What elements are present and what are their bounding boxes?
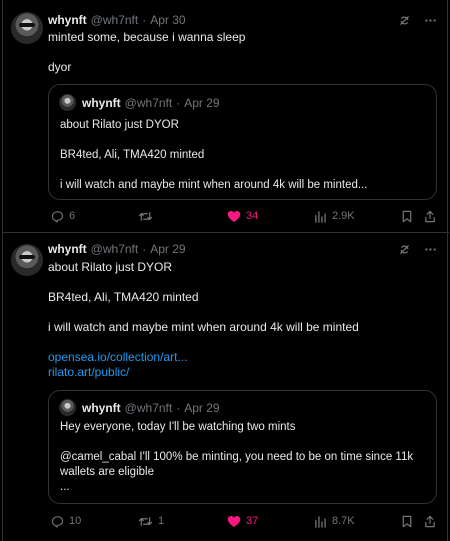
separator-dot: · — [142, 13, 147, 27]
separator-dot: · — [176, 400, 181, 415]
more-icon[interactable] — [423, 242, 437, 256]
views-icon — [315, 210, 326, 223]
like-count: 34 — [246, 210, 259, 222]
repost-button[interactable] — [138, 208, 158, 224]
post-link[interactable]: opensea.io/collection/art... — [48, 350, 438, 365]
reply-count: 10 — [69, 515, 82, 527]
author-name: whynft — [82, 95, 121, 110]
quote-line: @camel_cabal I'll 100% be minting, you n… — [60, 451, 414, 463]
heart-icon — [227, 210, 241, 222]
grok-icon[interactable] — [397, 13, 411, 27]
reply-icon — [51, 515, 64, 528]
quote-line: i will watch and maybe mint when around … — [60, 179, 368, 191]
post-line: minted some, because i wanna sleep — [48, 30, 246, 44]
quote-header: whynft @wh7nft · Apr 29 — [82, 399, 220, 416]
reply-icon — [51, 210, 64, 223]
quote-text: about Rilato just DYOR BR4ted, Ali, TMA4… — [60, 118, 425, 193]
quote-header: whynft @wh7nft · Apr 29 — [82, 94, 220, 111]
bookmark-icon — [402, 515, 412, 527]
repost-button[interactable]: 1 — [138, 513, 164, 529]
post-text: minted some, because i wanna sleep dyor — [48, 30, 438, 75]
share-icon — [425, 515, 435, 527]
author-handle[interactable]: @wh7nft — [91, 242, 139, 256]
like-button[interactable]: 37 — [227, 513, 258, 529]
separator-dot: · — [176, 95, 181, 110]
author-handle[interactable]: @wh7nft — [91, 13, 139, 27]
author-handle: @wh7nft — [124, 400, 173, 415]
share-button[interactable] — [424, 513, 436, 529]
views-button[interactable]: 2.9K — [314, 208, 355, 224]
quoted-post[interactable]: whynft @wh7nft · Apr 29 Hey everyone, to… — [48, 390, 437, 504]
quote-text: Hey everyone, today I'll be watching two… — [60, 420, 425, 495]
post-header: whynft @wh7nft · Apr 30 — [48, 11, 186, 29]
quoted-post[interactable]: whynft @wh7nft · Apr 29 about Rilato jus… — [48, 84, 437, 200]
author-handle: @wh7nft — [124, 95, 173, 110]
views-count: 2.9K — [332, 210, 355, 222]
post-header: whynft @wh7nft · Apr 29 — [48, 240, 186, 258]
author-name[interactable]: whynft — [48, 242, 87, 256]
avatar — [59, 399, 76, 416]
bookmark-button[interactable] — [401, 208, 413, 224]
avatar[interactable] — [11, 12, 43, 44]
post-line: i will watch and maybe mint when around … — [48, 320, 359, 334]
like-count: 37 — [246, 515, 259, 527]
more-icon[interactable] — [423, 13, 437, 27]
share-button[interactable] — [424, 208, 436, 224]
post-date[interactable]: Apr 30 — [150, 13, 185, 27]
avatar — [59, 94, 76, 111]
grok-icon[interactable] — [397, 242, 411, 256]
quote-line: Hey everyone, today I'll be watching two… — [60, 421, 296, 433]
quote-line: about Rilato just DYOR — [60, 119, 179, 131]
post-line: dyor — [48, 60, 72, 74]
post-actions: 10 1 37 8.7K — [48, 513, 440, 529]
post-link[interactable]: rilato.art/public/ — [48, 365, 438, 380]
share-icon — [425, 210, 435, 222]
post-date: Apr 29 — [184, 400, 220, 415]
post[interactable]: whynft @wh7nft · Apr 30 minted some, bec… — [3, 0, 449, 233]
repost-icon — [138, 516, 153, 526]
bookmark-icon — [402, 210, 412, 222]
reply-button[interactable]: 6 — [51, 208, 75, 224]
timeline: whynft @wh7nft · Apr 30 minted some, bec… — [2, 0, 449, 541]
like-button[interactable]: 34 — [227, 208, 258, 224]
post-header-actions — [397, 13, 437, 27]
author-name[interactable]: whynft — [48, 13, 87, 27]
views-count: 8.7K — [332, 515, 355, 527]
post-text: about Rilato just DYOR BR4ted, Ali, TMA4… — [48, 260, 438, 380]
repost-icon — [138, 211, 153, 221]
views-icon — [315, 515, 326, 528]
post-date[interactable]: Apr 29 — [150, 242, 185, 256]
post[interactable]: whynft @wh7nft · Apr 29 about Rilato jus… — [3, 233, 449, 541]
post-line: BR4ted, Ali, TMA420 minted — [48, 290, 199, 304]
post-header-actions — [397, 242, 437, 256]
avatar[interactable] — [11, 244, 43, 276]
post-line: about Rilato just DYOR — [48, 260, 173, 274]
post-actions: 6 34 2.9K — [48, 208, 440, 224]
author-name: whynft — [82, 400, 121, 415]
quote-line: ... — [60, 481, 70, 493]
heart-icon — [227, 515, 241, 527]
reply-count: 6 — [69, 210, 76, 222]
views-button[interactable]: 8.7K — [314, 513, 355, 529]
reply-button[interactable]: 10 — [51, 513, 81, 529]
separator-dot: · — [142, 242, 147, 256]
quote-line: BR4ted, Ali, TMA420 minted — [60, 149, 205, 161]
post-date: Apr 29 — [184, 95, 220, 110]
repost-count: 1 — [158, 515, 165, 527]
quote-line: wallets are eligible — [60, 466, 154, 478]
bookmark-button[interactable] — [401, 513, 413, 529]
